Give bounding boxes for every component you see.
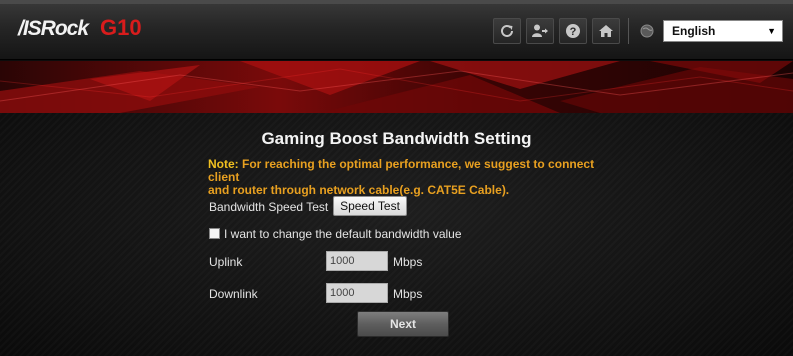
- home-button[interactable]: [592, 18, 620, 44]
- header-banner: [0, 61, 793, 113]
- globe-icon: [640, 24, 654, 38]
- header-toolbar: ? English ▼: [488, 18, 783, 44]
- uplink-label: Uplink: [209, 255, 243, 269]
- language-globe: [637, 18, 657, 44]
- top-header: /ISRock G10 ? English ▼: [0, 0, 793, 60]
- note-line-2: and router through network cable(e.g. CA…: [208, 183, 510, 197]
- downlink-label: Downlink: [209, 287, 258, 301]
- change-default-checkbox[interactable]: [209, 228, 220, 239]
- main-content: Gaming Boost Bandwidth Setting Note: For…: [0, 113, 793, 356]
- language-select-value: English: [672, 24, 716, 38]
- note-text: Note: For reaching the optimal performan…: [208, 158, 628, 197]
- refresh-button[interactable]: [493, 18, 521, 44]
- model-name: G10: [100, 15, 142, 40]
- change-default-label: I want to change the default bandwidth v…: [224, 227, 462, 241]
- speed-test-label: Bandwidth Speed Test: [209, 200, 329, 214]
- next-button[interactable]: Next: [357, 311, 449, 337]
- note-line-1: For reaching the optimal performance, we…: [208, 157, 595, 184]
- uplink-unit: Mbps: [393, 255, 423, 269]
- router-setup-page: /ISRock G10 ? English ▼ Gaming Boost Ban…: [0, 0, 793, 356]
- svg-text:?: ?: [570, 26, 577, 38]
- help-icon: ?: [566, 24, 580, 38]
- asrock-logo: /ISRock: [18, 17, 89, 40]
- language-select[interactable]: English ▼: [663, 20, 783, 42]
- home-icon: [599, 25, 613, 37]
- downlink-unit: Mbps: [393, 287, 423, 301]
- uplink-input[interactable]: 1000: [326, 251, 388, 271]
- logout-icon: [532, 24, 548, 37]
- note-label: Note:: [208, 157, 239, 171]
- speed-test-button[interactable]: Speed Test: [333, 196, 407, 216]
- banner-graphic: [0, 61, 793, 113]
- toolbar-divider: [628, 18, 629, 44]
- chevron-down-icon: ▼: [767, 26, 776, 36]
- help-button[interactable]: ?: [559, 18, 587, 44]
- logout-button[interactable]: [526, 18, 554, 44]
- downlink-input[interactable]: 1000: [326, 283, 388, 303]
- page-title: Gaming Boost Bandwidth Setting: [261, 129, 532, 148]
- refresh-icon: [501, 24, 513, 37]
- brand: /ISRock G10: [18, 15, 142, 45]
